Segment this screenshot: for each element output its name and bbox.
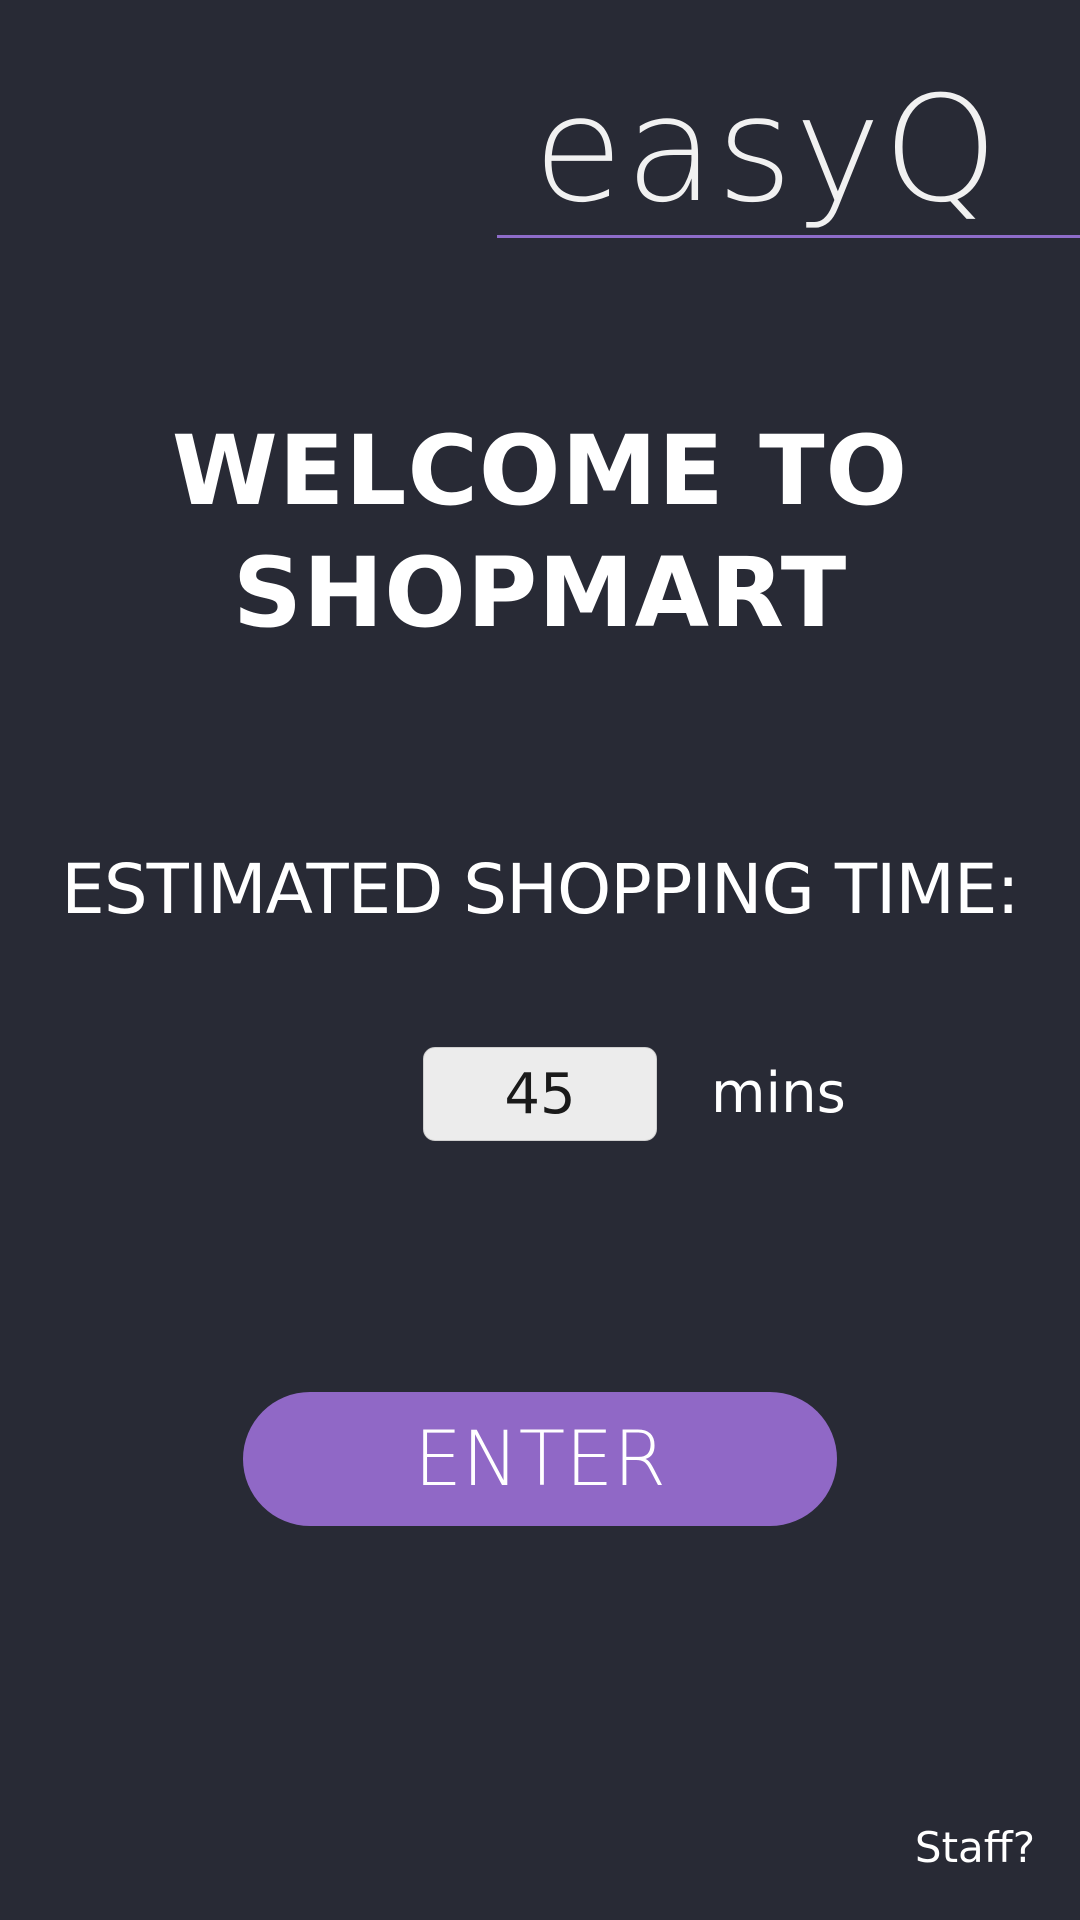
staff-link[interactable]: Staff? [915,1820,1035,1876]
shopping-time-input[interactable] [423,1047,657,1141]
estimated-time-label: ESTIMATED SHOPPING TIME: [61,850,1020,930]
app-logo: easyQ [533,65,1000,235]
logo-divider [497,235,1080,238]
minutes-unit-label: mins [711,1061,846,1126]
welcome-line-1: WELCOME TO [171,415,909,527]
welcome-line-2: SHOPMART [232,537,848,649]
enter-button[interactable]: ENTER [243,1392,837,1526]
welcome-heading: WELCOME TO SHOPMART [0,410,1080,654]
